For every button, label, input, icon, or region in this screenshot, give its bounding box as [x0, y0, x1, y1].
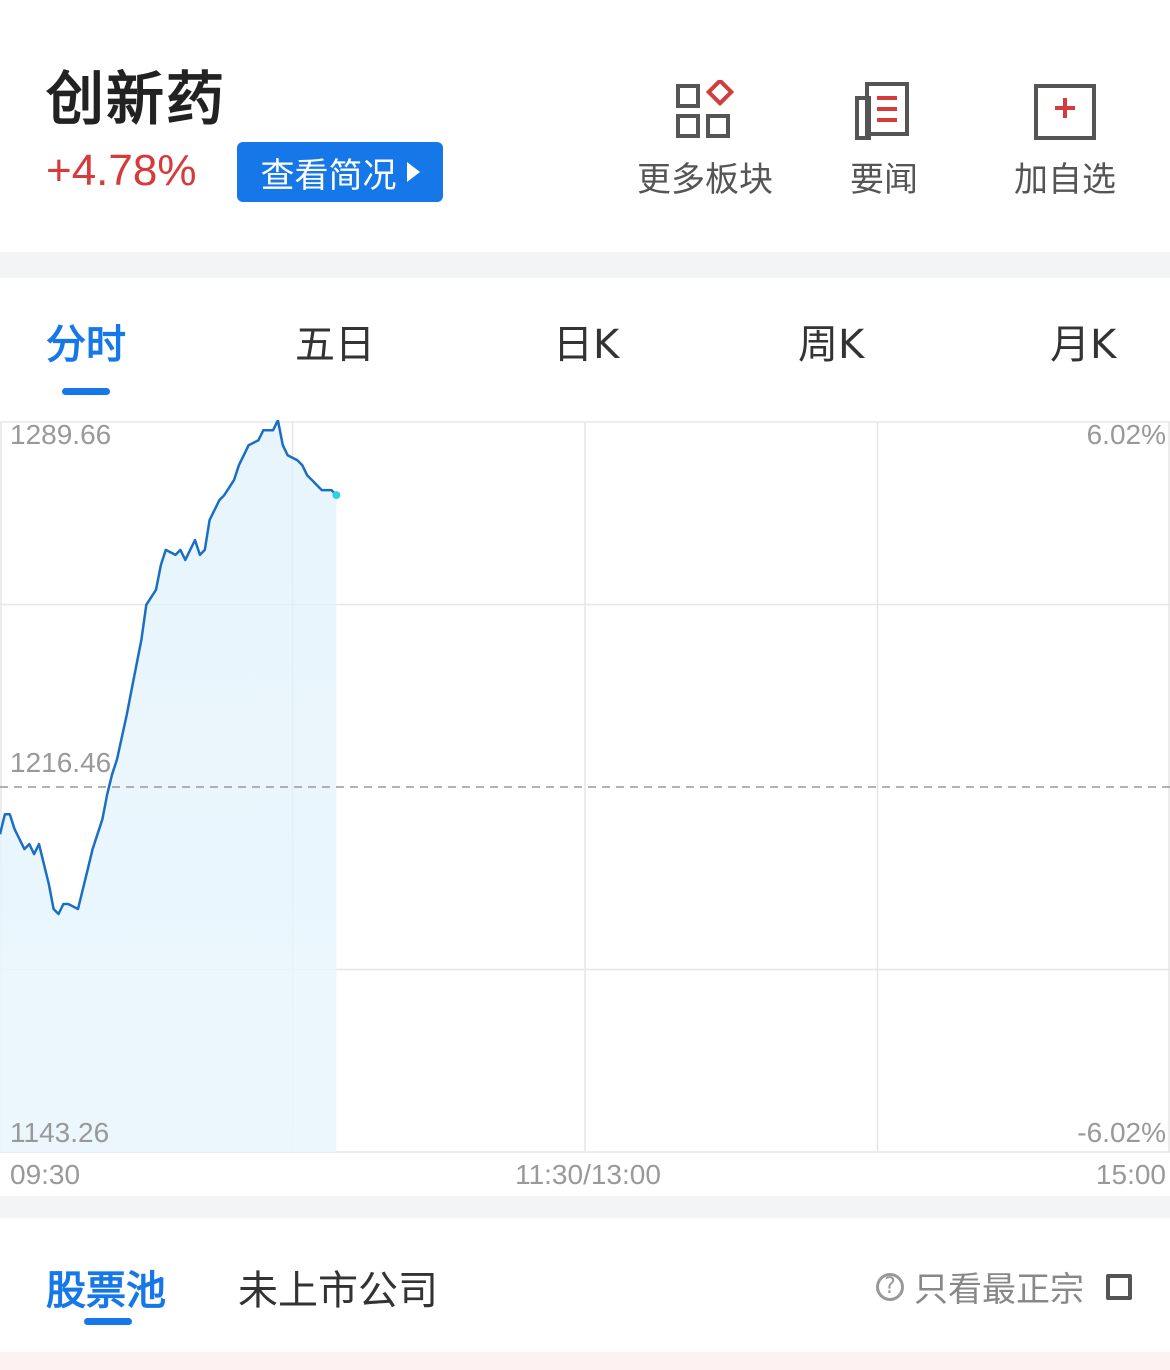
- view-overview-button[interactable]: 查看简况: [237, 142, 443, 202]
- add-watchlist-button[interactable]: 加自选: [1010, 80, 1120, 201]
- intraday-chart-svg: 1289.66 1216.46 1143.26 6.02% -6.02% 09:…: [0, 419, 1170, 1190]
- tab-stock-pool[interactable]: 股票池: [46, 1258, 166, 1316]
- sector-header: 创新药 +4.78% 查看简况 更多板块 要闻 加自选: [0, 0, 1170, 252]
- stock-pool-section: 股票池 未上市公司 ? 只看最正宗: [0, 1218, 1170, 1370]
- news-icon: [855, 82, 909, 140]
- price-area-fill: [0, 420, 337, 1152]
- pure-only-filter[interactable]: ? 只看最正宗: [876, 1262, 1132, 1311]
- active-bottom-tab-indicator: [84, 1318, 132, 1325]
- tab-intraday[interactable]: 分时: [46, 312, 126, 370]
- add-watchlist-label: 加自选: [1014, 160, 1116, 200]
- x-label-open: 09:30: [10, 1159, 80, 1190]
- section-divider-2: [0, 1196, 1170, 1218]
- tab-unlisted-companies[interactable]: 未上市公司: [238, 1258, 438, 1316]
- more-sectors-label: 更多板块: [637, 160, 773, 200]
- x-label-midday: 11:30/13:00: [515, 1159, 661, 1190]
- x-label-close: 15:00: [1096, 1159, 1166, 1190]
- news-label: 要闻: [850, 160, 918, 200]
- active-tab-indicator: [62, 388, 110, 395]
- pure-only-checkbox[interactable]: [1106, 1273, 1132, 1300]
- help-icon[interactable]: ?: [876, 1272, 904, 1301]
- more-sectors-button[interactable]: 更多板块: [634, 80, 776, 201]
- news-button[interactable]: 要闻: [846, 80, 922, 201]
- tab-monthly-k[interactable]: 月K: [1050, 312, 1116, 370]
- tab-five-day[interactable]: 五日: [295, 312, 375, 370]
- y-label-top: 1289.66: [10, 420, 111, 450]
- intraday-chart[interactable]: 1289.66 1216.46 1143.26 6.02% -6.02% 09:…: [0, 419, 1170, 1200]
- y-label-mid: 1216.46: [10, 747, 111, 778]
- last-price-dot: [332, 491, 341, 500]
- sector-grid-icon: [676, 80, 735, 138]
- list-top-edge: [0, 1352, 1170, 1370]
- period-tabs: 分时 五日 日K 周K 月K: [0, 278, 1170, 420]
- sector-title: 创新药: [46, 65, 227, 133]
- y-label-bottom: 1143.26: [10, 1117, 109, 1148]
- add-watchlist-icon: [1034, 84, 1096, 140]
- tab-daily-k[interactable]: 日K: [553, 312, 619, 370]
- section-divider: [0, 252, 1170, 278]
- sector-change-percent: +4.78%: [46, 146, 197, 195]
- play-arrow-icon: [406, 162, 420, 182]
- pure-only-label: 只看最正宗: [914, 1270, 1084, 1310]
- pct-label-bottom: -6.02%: [1077, 1117, 1166, 1148]
- view-overview-label: 查看简况: [260, 155, 397, 196]
- pct-label-top: 6.02%: [1087, 420, 1166, 450]
- tab-weekly-k[interactable]: 周K: [798, 312, 864, 370]
